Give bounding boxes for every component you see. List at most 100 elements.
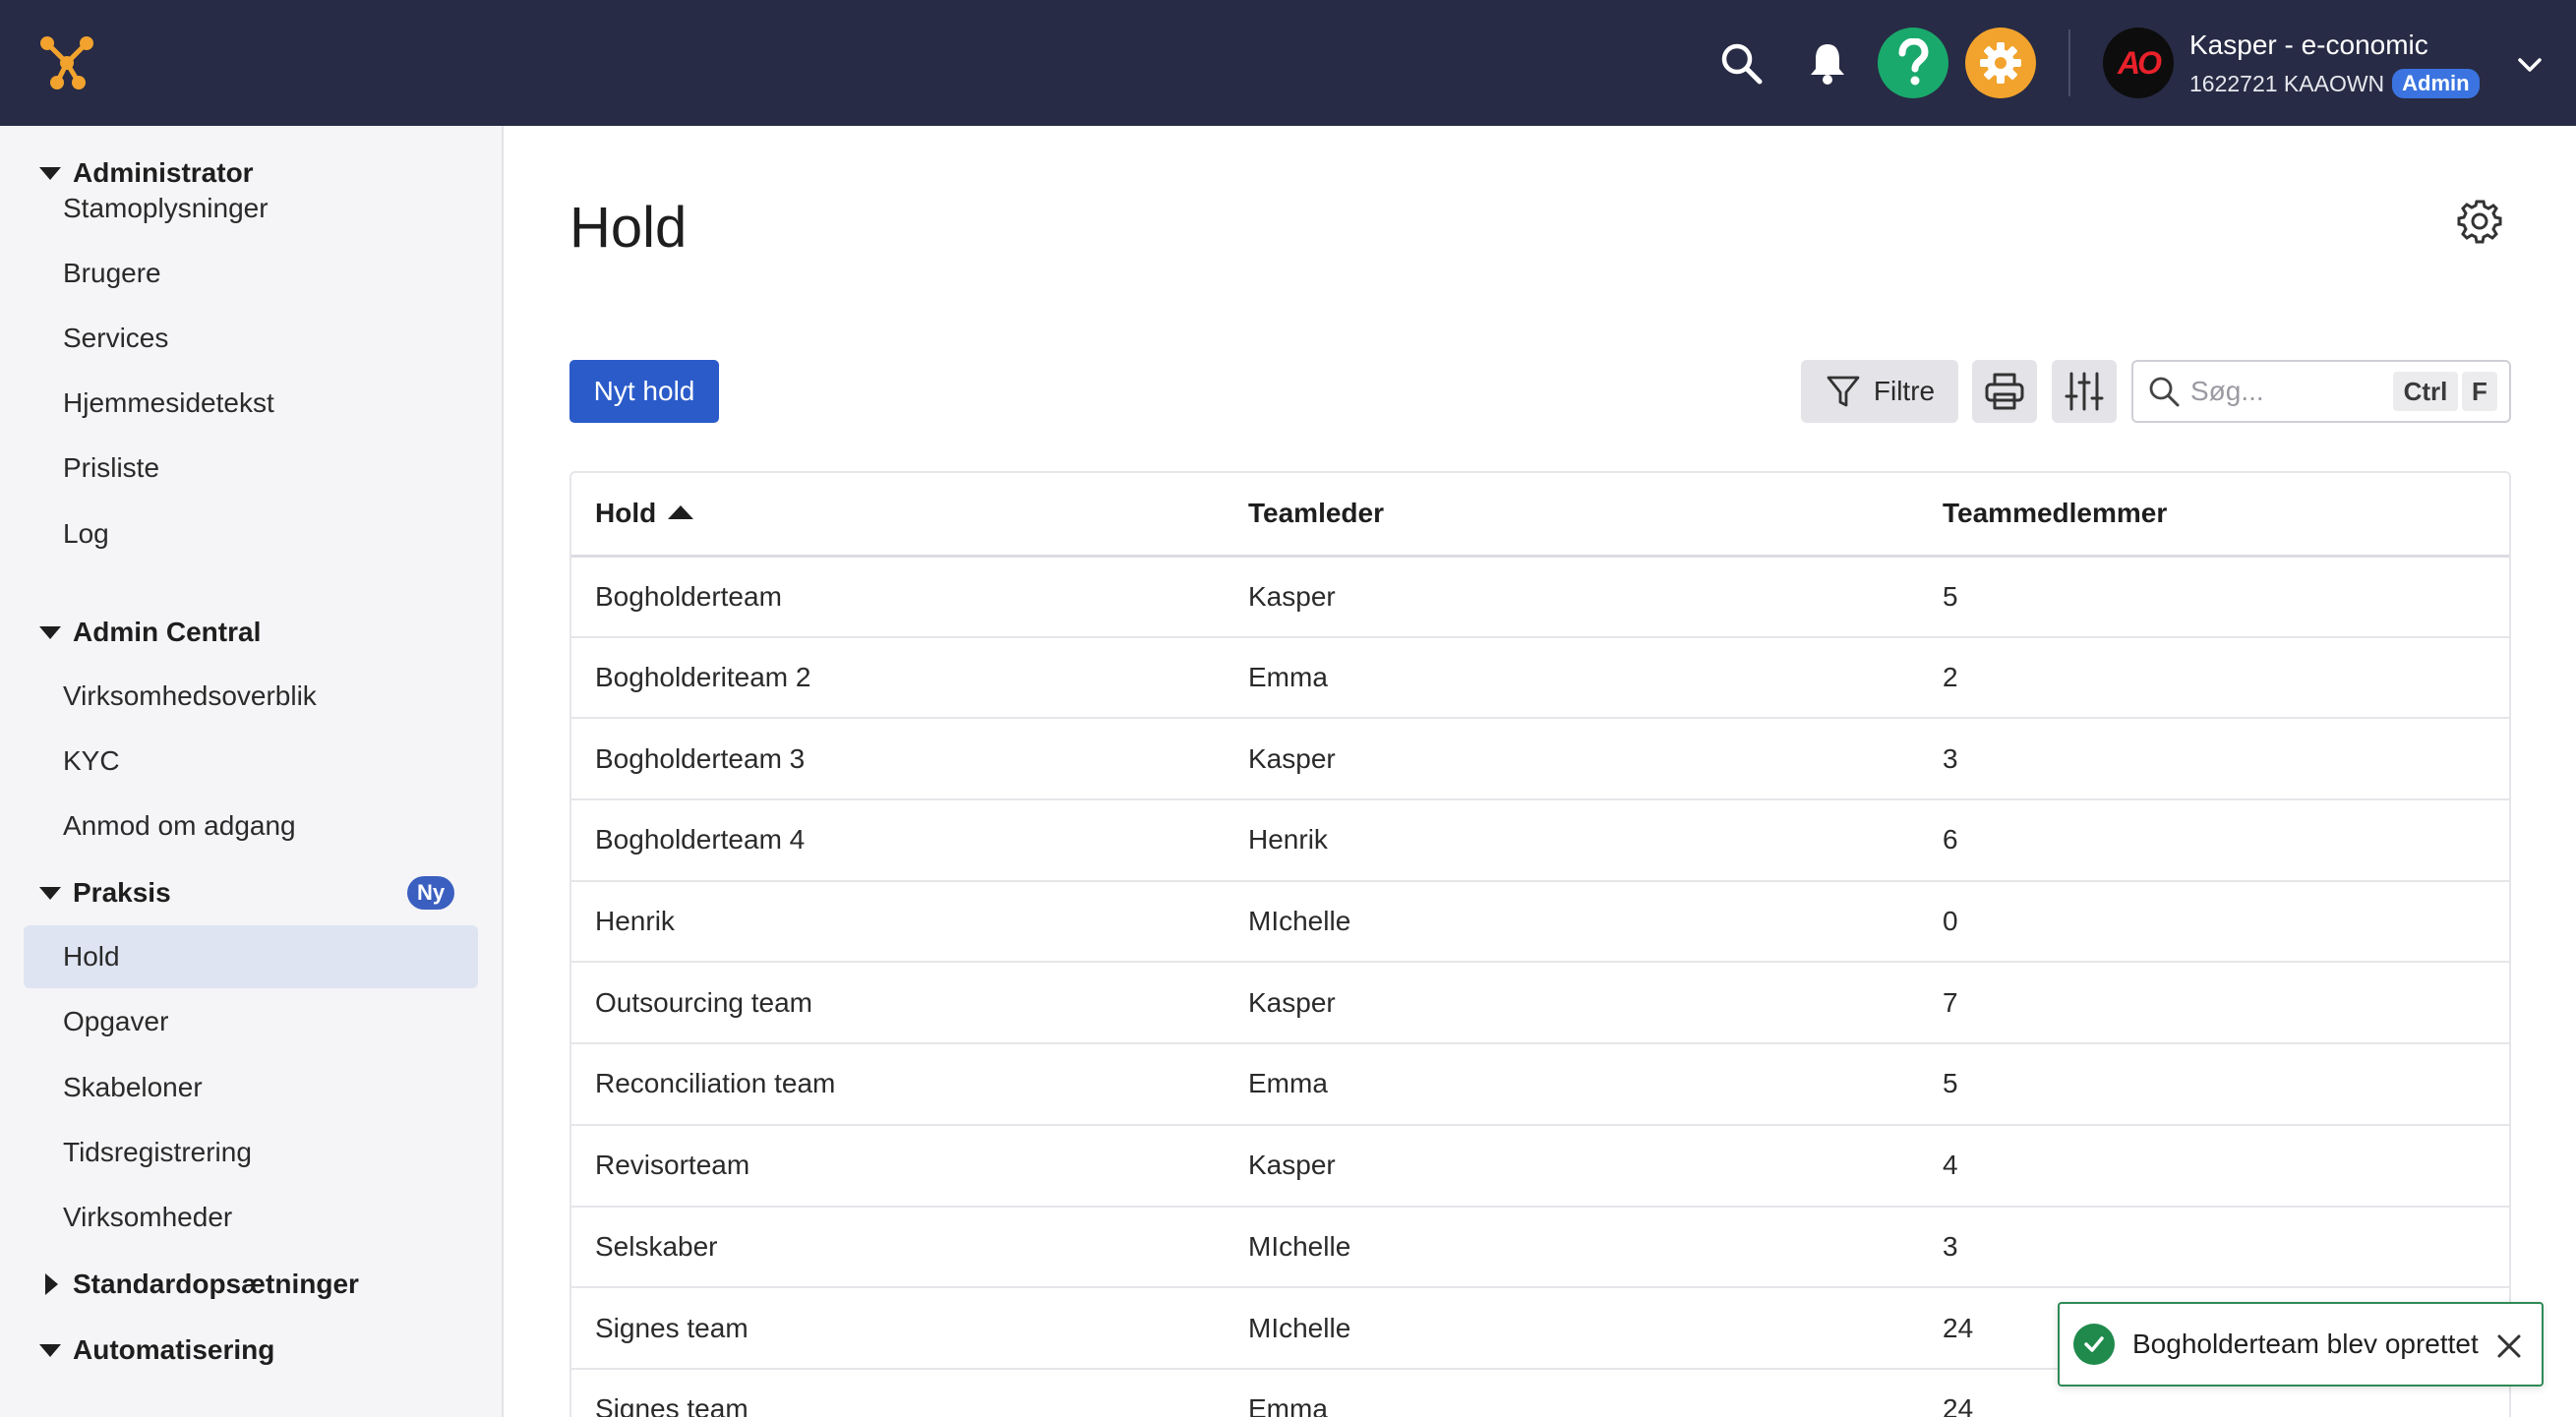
search-icon[interactable] [1711, 33, 1770, 92]
cell-members: 5 [1943, 580, 1958, 612]
printer-icon [1985, 373, 2024, 410]
gear-icon[interactable] [1965, 28, 2036, 98]
table-row[interactable]: Bogholderteam Kasper 5 [571, 556, 2509, 637]
cell-team: Signes team [595, 1312, 749, 1343]
table-row[interactable]: Outsourcing team Kasper 7 [571, 962, 2509, 1044]
sidebar-item-skabeloner[interactable]: Skabeloner [24, 1056, 478, 1119]
table-row[interactable]: Reconciliation team Emma 5 [571, 1043, 2509, 1125]
check-circle-icon [2073, 1324, 2115, 1365]
topbar-divider [2068, 30, 2070, 96]
teams-table: Hold Teamleder Teammedlemmer Bogholderte… [569, 471, 2511, 1417]
sidebar-section-automatisering[interactable]: Automatisering [39, 1326, 274, 1375]
sidebar-item-kyc[interactable]: KYC [24, 730, 478, 793]
chevron-down-icon[interactable] [2512, 47, 2547, 83]
cell-team: Bogholderteam [595, 580, 782, 612]
shortcut-key: F [2462, 372, 2497, 411]
sidebar-section-standardopsaetninger[interactable]: Standardopsætninger [39, 1260, 359, 1309]
top-bar: AO Kasper - e-conomic 1622721 KAAOWN Adm… [0, 0, 2576, 126]
cell-leader: Emma [1248, 1068, 1328, 1099]
sidebar-item-hjemmesidetekst[interactable]: Hjemmesidetekst [24, 372, 478, 435]
close-icon[interactable] [2492, 1329, 2526, 1363]
cell-members: 7 [1943, 986, 1958, 1018]
sidebar: Administrator Stamoplysninger Brugere Se… [0, 126, 504, 1417]
sidebar-item-log[interactable]: Log [24, 502, 478, 565]
help-icon[interactable] [1878, 28, 1948, 98]
sidebar-item-virksomheder[interactable]: Virksomheder [24, 1186, 478, 1249]
sidebar-item-prisliste[interactable]: Prisliste [24, 437, 478, 500]
column-header-label: Hold [595, 498, 657, 529]
print-button[interactable] [1972, 360, 2037, 423]
cell-leader: Kasper [1248, 1150, 1336, 1181]
sidebar-item-stamoplysninger[interactable]: Stamoplysninger [24, 177, 478, 240]
column-header-hold[interactable]: Hold [571, 473, 1248, 558]
cell-team: Selskaber [595, 1230, 718, 1262]
cell-team: Outsourcing team [595, 986, 812, 1018]
account-meta: 1622721 KAAOWN Admin [2189, 69, 2480, 98]
sidebar-section-admin-central[interactable]: Admin Central [39, 608, 261, 657]
cell-leader: Emma [1248, 1393, 1328, 1417]
bell-icon[interactable] [1798, 33, 1857, 92]
toast-message: Bogholderteam blev oprettet [2132, 1328, 2479, 1359]
sidebar-section-label: Praksis [73, 877, 171, 908]
cell-leader: MIchelle [1248, 1230, 1351, 1262]
filter-label: Filtre [1873, 376, 1936, 406]
avatar-text: AO [2118, 44, 2162, 81]
column-settings-button[interactable] [2052, 360, 2117, 423]
cell-leader: Kasper [1248, 580, 1336, 612]
sidebar-item-brugere[interactable]: Brugere [24, 242, 478, 305]
cell-leader: MIchelle [1248, 906, 1351, 937]
search-field[interactable]: Ctrl F [2131, 360, 2511, 423]
cell-members: 4 [1943, 1150, 1958, 1181]
table-header-row: Hold Teamleder Teammedlemmer [571, 473, 2509, 558]
table-row[interactable]: Henrik MIchelle 0 [571, 881, 2509, 963]
filter-icon [1827, 376, 1860, 407]
search-icon [2149, 377, 2180, 407]
cell-team: Bogholderiteam 2 [595, 662, 811, 693]
column-header-teamleder[interactable]: Teamleder [1248, 473, 1943, 558]
cell-members: 6 [1943, 824, 1958, 856]
filter-button[interactable]: Filtre [1801, 360, 1958, 423]
sidebar-item-hold[interactable]: Hold [24, 925, 478, 988]
cell-leader: MIchelle [1248, 1312, 1351, 1343]
column-header-teammedlemmer[interactable]: Teammedlemmer [1943, 473, 2509, 558]
cell-team: Bogholderteam 3 [595, 742, 806, 774]
avatar[interactable]: AO [2103, 28, 2174, 98]
success-toast: Bogholderteam blev oprettet [2058, 1302, 2544, 1387]
cell-leader: Emma [1248, 662, 1328, 693]
account-number: 1622721 KAAOWN [2189, 70, 2385, 96]
cell-leader: Henrik [1248, 824, 1328, 856]
caret-down-icon [39, 886, 61, 900]
sidebar-item-opgaver[interactable]: Opgaver [24, 990, 478, 1053]
table-row[interactable]: Selskaber MIchelle 3 [571, 1207, 2509, 1288]
new-badge: Ny [407, 876, 454, 910]
cell-members: 3 [1943, 742, 1958, 774]
cell-members: 2 [1943, 662, 1958, 693]
sidebar-item-services[interactable]: Services [24, 307, 478, 370]
sidebar-section-label: Admin Central [73, 617, 262, 647]
sidebar-item-tidsregistrering[interactable]: Tidsregistrering [24, 1121, 478, 1184]
table-row[interactable]: Bogholderteam 3 Kasper 3 [571, 718, 2509, 800]
cell-team: Henrik [595, 906, 675, 937]
new-team-button[interactable]: Nyt hold [569, 360, 719, 423]
cell-members: 3 [1943, 1230, 1958, 1262]
sliders-icon [2065, 372, 2104, 411]
sidebar-item-anmod-om-adgang[interactable]: Anmod om adgang [24, 795, 478, 857]
sidebar-section-label: Standardopsætninger [73, 1269, 359, 1299]
cell-leader: Kasper [1248, 742, 1336, 774]
sidebar-section-label: Automatisering [73, 1334, 275, 1365]
cell-team: Reconciliation team [595, 1068, 836, 1099]
cell-team: Revisorteam [595, 1150, 750, 1181]
cell-members: 0 [1943, 906, 1958, 937]
user-name[interactable]: Kasper - e-conomic [2189, 30, 2428, 61]
table-row[interactable]: Bogholderiteam 2 Emma 2 [571, 637, 2509, 719]
table-row[interactable]: Revisorteam Kasper 4 [571, 1125, 2509, 1207]
table-row[interactable]: Bogholderteam 4 Henrik 6 [571, 799, 2509, 881]
settings-gear-icon[interactable] [2457, 199, 2502, 244]
app-logo[interactable] [37, 33, 96, 92]
cell-team: Bogholderteam 4 [595, 824, 806, 856]
cell-leader: Kasper [1248, 986, 1336, 1018]
caret-down-icon [39, 1343, 61, 1357]
search-input[interactable] [2190, 376, 2387, 407]
shortcut-ctrl: Ctrl [2393, 372, 2458, 411]
sidebar-item-virksomhedsoverblik[interactable]: Virksomhedsoverblik [24, 665, 478, 728]
